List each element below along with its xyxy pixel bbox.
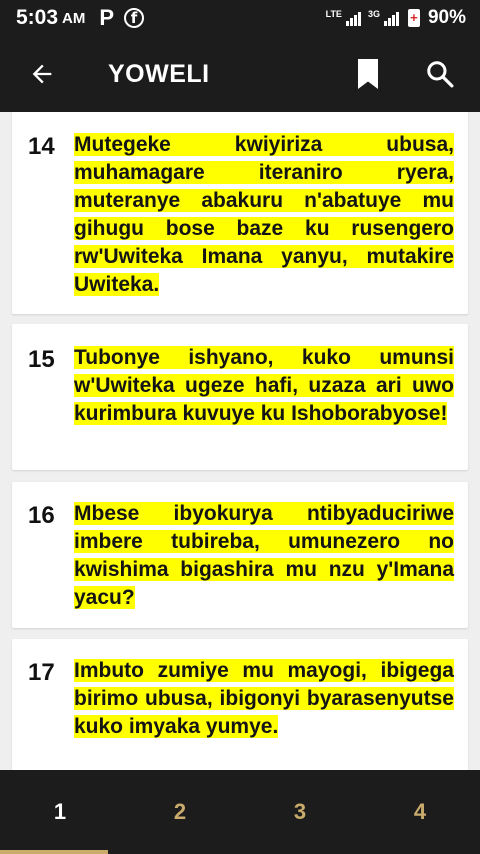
verse-number: 15 xyxy=(28,346,55,373)
arrow-left-icon xyxy=(32,64,52,84)
verse-card-14[interactable]: 14 Mutegeke kwiyiriza ubusa, muhamagare … xyxy=(12,112,468,314)
search-button[interactable] xyxy=(412,46,468,102)
verse-card-16[interactable]: 16 Mbese ibyokurya ntibyaduciriwe imbere… xyxy=(12,482,468,628)
verse-highlight: Mbese ibyokurya ntibyaduciriwe imbere tu… xyxy=(74,502,454,609)
battery-percent: 90% xyxy=(427,7,466,28)
network-3g-label: 3G xyxy=(367,9,380,19)
tab-4[interactable]: 4 xyxy=(360,770,480,854)
verse-highlight: Tubonye ishyano, kuko umunsi w'Uwiteka u… xyxy=(74,346,454,425)
signal-icon-2 xyxy=(383,10,399,26)
bottom-tab-bar: 1 2 3 4 xyxy=(0,770,480,854)
verse-number: 17 xyxy=(28,659,55,686)
page-title: YOWELI xyxy=(108,59,210,88)
verse-text: Imbuto zumiye mu mayogi, ibigega birimo … xyxy=(74,657,454,770)
status-ampm: AM xyxy=(62,9,86,27)
signal-icon xyxy=(345,10,361,26)
tab-1[interactable]: 1 xyxy=(0,770,120,854)
facebook-icon: f xyxy=(124,8,145,28)
lte-label: LTE xyxy=(325,9,342,19)
verse-card-15[interactable]: 15 Tubonye ishyano, kuko umunsi w'Uwitek… xyxy=(12,324,468,470)
verse-text: Tubonye ishyano, kuko umunsi w'Uwiteka u… xyxy=(74,344,454,470)
status-bar: 5:03 AM P f LTE 3G 90% xyxy=(0,0,480,36)
tab-3[interactable]: 3 xyxy=(240,770,360,854)
battery-icon xyxy=(407,9,420,27)
tab-2[interactable]: 2 xyxy=(120,770,240,854)
verse-highlight: Imbuto zumiye mu mayogi, ibigega birimo … xyxy=(74,659,454,738)
verse-card-17[interactable]: 17 Imbuto zumiye mu mayogi, ibigega biri… xyxy=(12,639,468,770)
app-toolbar: YOWELI xyxy=(0,36,480,112)
search-icon xyxy=(427,61,454,88)
verse-number: 16 xyxy=(28,502,55,529)
status-indicators: LTE 3G 90% xyxy=(326,7,466,29)
verse-highlight: Mutegeke kwiyiriza ubusa, muhamagare ite… xyxy=(74,133,454,296)
parking-app-icon: P xyxy=(99,5,115,30)
verse-number: 14 xyxy=(28,133,55,160)
bookmark-button[interactable] xyxy=(340,46,396,102)
verse-text: Mutegeke kwiyiriza ubusa, muhamagare ite… xyxy=(74,131,454,314)
status-time: 5:03 xyxy=(16,6,59,29)
verse-list[interactable]: 14 Mutegeke kwiyiriza ubusa, muhamagare … xyxy=(0,112,480,770)
verse-text: Mbese ibyokurya ntibyaduciriwe imbere tu… xyxy=(74,500,454,628)
bookmark-icon xyxy=(358,59,378,89)
back-button[interactable] xyxy=(14,46,70,102)
